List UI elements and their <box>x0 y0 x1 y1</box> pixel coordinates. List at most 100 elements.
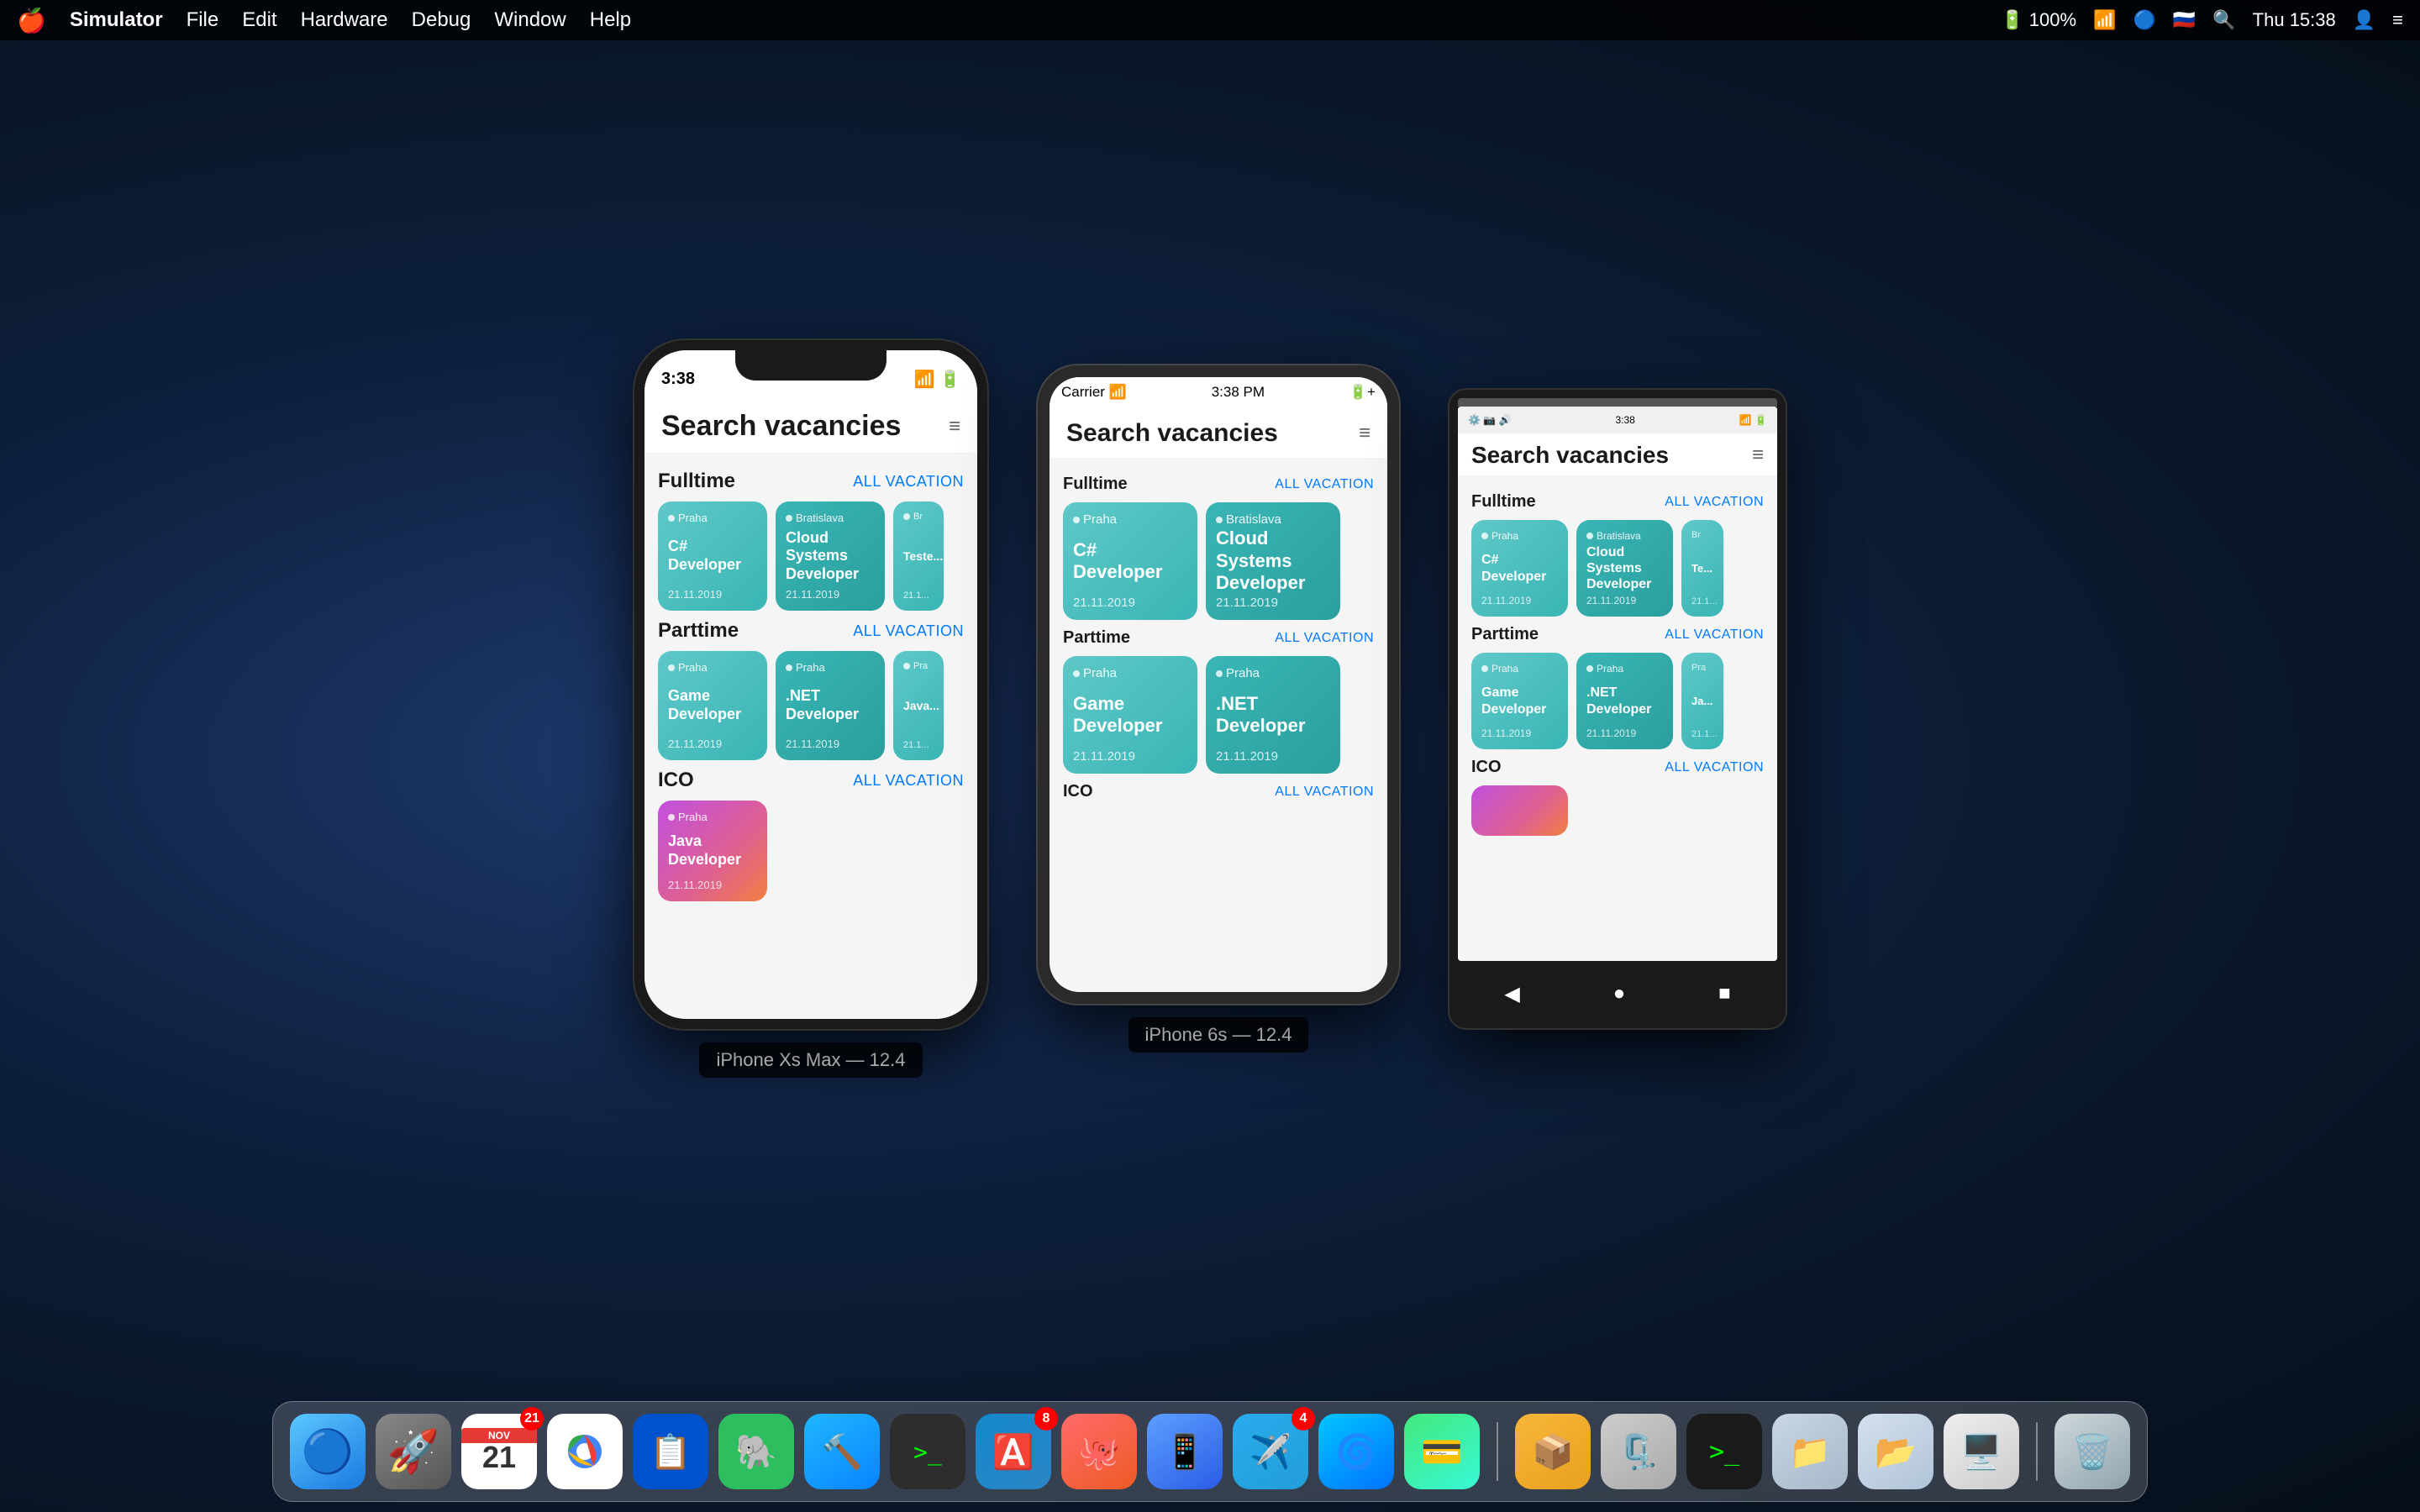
android-card-cloud[interactable]: Bratislava Cloud Systems Developer 21.11… <box>1576 520 1673 617</box>
iphone-6s-parttime-header: Parttime ALL VACATION <box>1063 628 1374 648</box>
iphone-6s-card-net[interactable]: Praha .NET Developer 21.11.2019 <box>1206 656 1340 774</box>
dock-appstore[interactable]: 🅰️ 8 <box>976 1414 1051 1489</box>
menubar-hardware[interactable]: Hardware <box>301 8 388 32</box>
apple-menu[interactable]: 🍎 <box>17 7 46 34</box>
location-dot <box>903 663 910 669</box>
iphone-xs-parttime-title: Parttime <box>658 619 739 643</box>
dock-files[interactable]: 📁 <box>1772 1414 1848 1489</box>
dock-files2[interactable]: 📂 <box>1858 1414 1933 1489</box>
dock-archive[interactable]: 📦 <box>1515 1414 1591 1489</box>
android-ico-link[interactable]: ALL VACATION <box>1665 760 1764 775</box>
card-title: Java Developer <box>668 832 757 869</box>
iphone-6s-parttime-title: Parttime <box>1063 628 1130 648</box>
dock-calendar[interactable]: NOV 21 21 <box>461 1414 537 1489</box>
iphone-xs-filter-icon[interactable]: ≡ <box>949 415 960 438</box>
iphone-6s-app-header: Search vacancies ≡ <box>1050 406 1387 458</box>
location-text: Praha <box>678 811 708 823</box>
iphone-6s-carrier: Carrier 📶 <box>1061 384 1127 401</box>
dock-launchpad[interactable]: 🚀 <box>376 1414 451 1489</box>
dock-xcode[interactable]: 🔨 <box>804 1414 880 1489</box>
card-location: Praha <box>1216 666 1330 680</box>
iphone-xs-fulltime-link[interactable]: ALL VACATION <box>853 473 964 491</box>
menubar-help[interactable]: Help <box>590 8 631 32</box>
iphone-xs-card-net[interactable]: Praha .NET Developer 21.11.2019 <box>776 651 885 760</box>
iphone-xs-ico-link[interactable]: ALL VACATION <box>853 772 964 790</box>
menubar-time: Thu 15:38 <box>2253 9 2336 31</box>
card-date: 21.11.2019 <box>668 738 757 750</box>
dock-finder2[interactable]: 🖥️ <box>1944 1414 2019 1489</box>
location-text: Praha <box>678 661 708 674</box>
location-text: Br <box>913 512 923 522</box>
iphone-xs-card-cloud[interactable]: Bratislava Cloud Systems Developer 21.11… <box>776 501 885 611</box>
menubar-user[interactable]: 👤 <box>2353 9 2375 31</box>
menubar-controls[interactable]: ≡ <box>2392 9 2403 31</box>
android-card-br[interactable]: Br Te... 21.1... <box>1681 520 1723 617</box>
menubar-debug[interactable]: Debug <box>412 8 471 32</box>
iphone-6s-fulltime-link[interactable]: ALL VACATION <box>1275 477 1374 492</box>
iphone-6s-card-csharp[interactable]: Praha C# Developer 21.11.2019 <box>1063 502 1197 620</box>
iphone-6s-ico-link[interactable]: ALL VACATION <box>1275 785 1374 800</box>
iphone-xs-app-header: Search vacancies ≡ <box>644 396 977 453</box>
android-ico-card[interactable] <box>1471 785 1568 836</box>
dock-mercury[interactable]: 🌀 <box>1318 1414 1394 1489</box>
dock-evernote[interactable]: 🐘 <box>718 1414 794 1489</box>
location-text: Praha <box>1083 512 1117 527</box>
iphone-6s-screen[interactable]: Carrier 📶 3:38 PM 🔋+ Search vacancies ≡ … <box>1050 377 1387 992</box>
location-text: Bratislava <box>796 512 844 524</box>
dock-app2[interactable]: 🐙 <box>1061 1414 1137 1489</box>
iphone-6s-device: Carrier 📶 3:38 PM 🔋+ Search vacancies ≡ … <box>1038 365 1399 1053</box>
dock-simulator[interactable]: 📱 <box>1147 1414 1223 1489</box>
card-title: Game Developer <box>668 687 757 723</box>
android-time: 3:38 <box>1615 414 1634 426</box>
menubar-edit[interactable]: Edit <box>242 8 276 32</box>
android-filter-icon[interactable]: ≡ <box>1752 444 1764 467</box>
card-date: 21.11.2019 <box>786 588 875 601</box>
iphone-6s-filter-icon[interactable]: ≡ <box>1359 422 1370 445</box>
android-card-game[interactable]: Praha Game Developer 21.11.2019 <box>1471 653 1568 749</box>
iphone-xs-max-screen[interactable]: 3:38 📶 🔋 Search vacancies ≡ Fulltime ALL <box>644 350 977 1019</box>
iphone-xs-card-testo[interactable]: Br Teste... 21.1... <box>893 501 944 611</box>
android-screen[interactable]: ⚙️ 📷 🔊 3:38 📶 🔋 Search vacancies ≡ Fullt… <box>1458 407 1777 961</box>
card-title: C# Developer <box>668 538 757 574</box>
menubar-simulator[interactable]: Simulator <box>70 8 163 32</box>
menubar-window[interactable]: Window <box>494 8 566 32</box>
card-title: Java... <box>903 699 934 713</box>
iphone-xs-fulltime-title: Fulltime <box>658 470 735 493</box>
dock-terminal2[interactable]: >_ <box>1686 1414 1762 1489</box>
menubar-search[interactable]: 🔍 <box>2212 9 2235 31</box>
android-card-csharp[interactable]: Praha C# Developer 21.11.2019 <box>1471 520 1568 617</box>
card-title: C# Developer <box>1481 552 1558 584</box>
android-recent-button[interactable]: ■ <box>1718 982 1731 1005</box>
iphone-xs-card-game[interactable]: Praha Game Developer 21.11.2019 <box>658 651 767 760</box>
location-dot <box>1073 670 1080 677</box>
card-date: 21.11.2019 <box>668 879 757 891</box>
dock-chrome[interactable] <box>547 1414 623 1489</box>
menubar-file[interactable]: File <box>187 8 219 32</box>
dock-finder[interactable]: 🔵 <box>290 1414 366 1489</box>
dock-trello[interactable]: 📋 <box>633 1414 708 1489</box>
dock-telegram[interactable]: ✈️ 4 <box>1233 1414 1308 1489</box>
iphone-6s-parttime-link[interactable]: ALL VACATION <box>1275 631 1374 646</box>
iphone-xs-card-csharp[interactable]: Praha C# Developer 21.11.2019 <box>658 501 767 611</box>
iphone-xs-parttime-link[interactable]: ALL VACATION <box>853 622 964 640</box>
card-date: 21.11.2019 <box>1481 595 1558 606</box>
android-fulltime-link[interactable]: ALL VACATION <box>1665 495 1764 510</box>
location-dot <box>786 515 792 522</box>
dock-zip[interactable]: 🗜️ <box>1601 1414 1676 1489</box>
android-home-button[interactable]: ● <box>1613 982 1626 1005</box>
iphone-6s-card-game[interactable]: Praha Game Developer 21.11.2019 <box>1063 656 1197 774</box>
menubar-right: 🔋 100% 📶 🔵 🇷🇺 🔍 Thu 15:38 👤 ≡ <box>2001 9 2403 31</box>
android-back-button[interactable]: ◀ <box>1504 982 1519 1006</box>
dock-money[interactable]: 💳 <box>1404 1414 1480 1489</box>
dock-terminal[interactable]: >_ <box>890 1414 965 1489</box>
iphone-xs-card-java-p[interactable]: Pra Java... 21.1... <box>893 651 944 760</box>
iphone-xs-app-title: Search vacancies <box>661 410 901 443</box>
android-card-java-p[interactable]: Pra Ja... 21.1... <box>1681 653 1723 749</box>
iphone-6s-card-cloud[interactable]: Bratislava Cloud Systems Developer 21.11… <box>1206 502 1340 620</box>
location-dot <box>1586 533 1593 539</box>
android-parttime-link[interactable]: ALL VACATION <box>1665 627 1764 643</box>
android-card-net[interactable]: Praha .NET Developer 21.11.2019 <box>1576 653 1673 749</box>
dock-trash[interactable]: 🗑️ <box>2054 1414 2130 1489</box>
iphone-xs-card-java-dev[interactable]: Praha Java Developer 21.11.2019 <box>658 801 767 901</box>
iphone-xs-parttime-header: Parttime ALL VACATION <box>658 619 964 643</box>
